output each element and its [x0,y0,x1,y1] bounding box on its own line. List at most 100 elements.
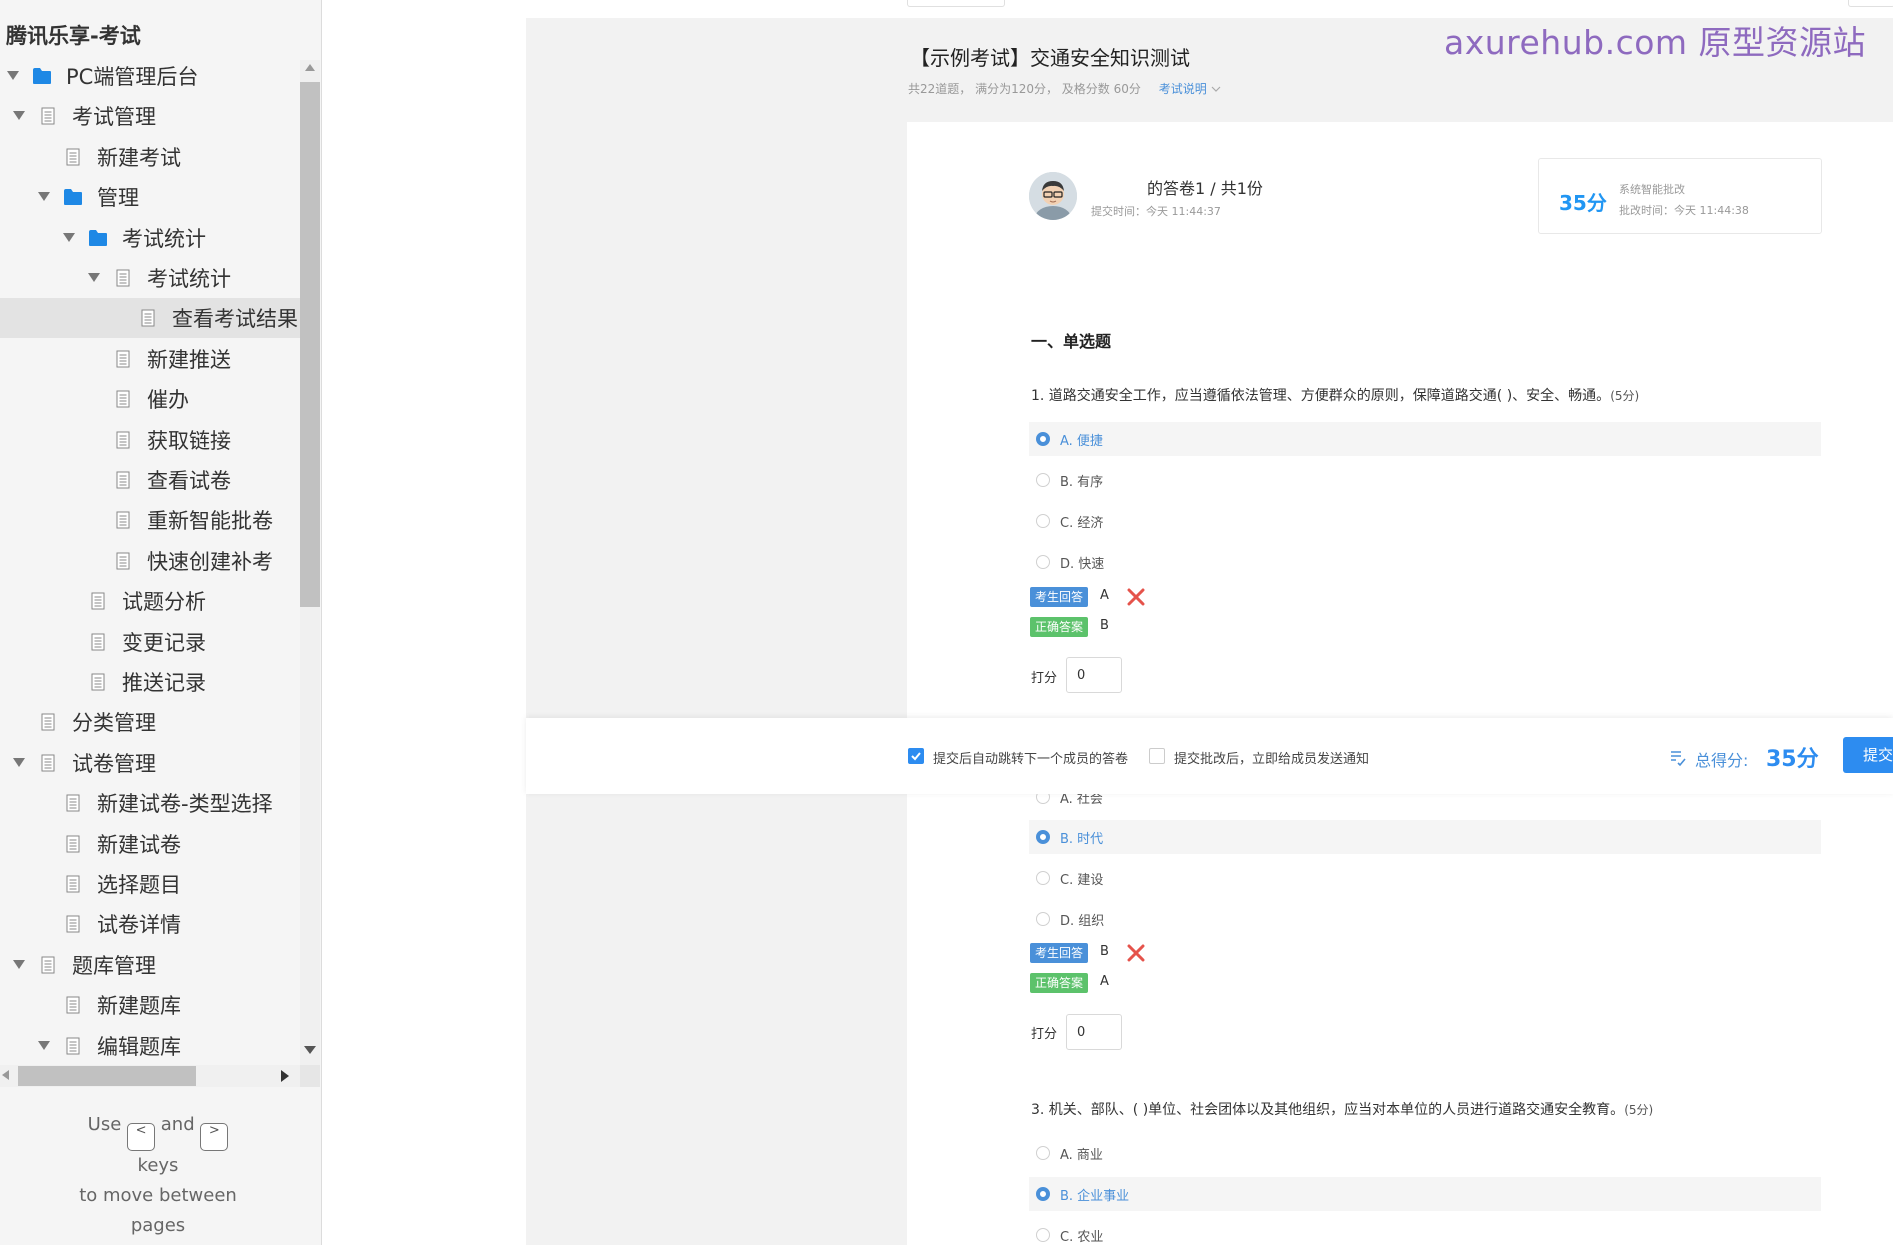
grade-time: 批改时间：今天 11:44:38 [1619,204,1749,217]
top-tab[interactable] [907,0,1005,7]
tree-item-label: 变更记录 [122,630,206,655]
score-input[interactable] [1066,1014,1122,1050]
page-icon [113,430,133,450]
correct-answer-tag: 正确答案 [1030,973,1089,993]
horizontal-scroll-thumb[interactable] [18,1066,196,1086]
radio-icon[interactable] [1036,555,1050,569]
auto-next-label[interactable]: 提交后自动跳转下一个成员的答卷 [933,748,1128,767]
tree-item[interactable]: 试卷管理 [0,743,300,783]
option[interactable]: C. 农业 [1029,1218,1821,1252]
radio-icon[interactable] [1036,1146,1050,1160]
vertical-scrollbar[interactable] [300,60,320,1065]
tree-item[interactable]: 变更记录 [0,622,300,662]
option-label: C. 农业 [1060,1229,1104,1245]
auto-next-checkbox[interactable] [908,748,924,764]
expand-caret-icon[interactable] [87,271,101,285]
radio-selected-icon[interactable] [1036,1187,1050,1201]
page-icon [38,712,58,732]
tree-item-label: 新建考试 [97,145,181,170]
page-icon [38,955,58,975]
wrong-mark-icon [1127,588,1145,606]
vertical-scroll-thumb[interactable] [300,82,320,607]
page-icon [138,308,158,328]
tree-item-label: 考试统计 [122,226,206,251]
tree-item[interactable]: 重新智能批卷 [0,500,300,540]
tree-item[interactable]: 管理 [0,177,300,217]
option[interactable]: A. 商业 [1029,1136,1821,1170]
tree-item[interactable]: 编辑题库 [0,1026,300,1066]
exam-title: 【示例考试】交通安全知识测试 [910,46,1190,70]
total-score-label: 总得分: [1695,751,1749,770]
option[interactable]: C. 建设 [1029,861,1821,895]
page-icon [38,106,58,126]
answer-sheet-title: 的答卷1 / 共1份 [1147,179,1263,198]
radio-selected-icon[interactable] [1036,432,1050,446]
radio-icon[interactable] [1036,1228,1050,1242]
expand-caret-icon[interactable] [37,1039,51,1053]
scroll-right-arrow-icon[interactable] [281,1070,289,1082]
tree-item[interactable]: 获取链接 [0,420,300,460]
option[interactable]: C. 经济 [1029,504,1821,538]
tree-item[interactable]: 快速创建补考 [0,541,300,581]
tree-item[interactable]: 考试管理 [0,96,300,136]
tree-item-label: 编辑题库 [97,1034,181,1059]
help-line3: pages [130,1215,186,1236]
page-icon [113,268,133,288]
tree-item[interactable]: 试题分析 [0,581,300,621]
tree-item-label: 试卷详情 [97,913,181,938]
notify-checkbox[interactable] [1149,748,1165,764]
tree-item[interactable]: 试卷详情 [0,904,300,944]
tree-item[interactable]: 新建题库 [0,985,300,1025]
tree-item-label: 管理 [97,186,139,211]
tree-item[interactable]: 考试统计 [0,258,300,298]
horizontal-scrollbar[interactable] [0,1065,300,1087]
expand-caret-icon[interactable] [37,190,51,204]
radio-icon[interactable] [1036,912,1050,926]
option[interactable]: B. 有序 [1029,463,1821,497]
option[interactable]: A. 便捷 [1029,422,1821,456]
exam-info-link[interactable]: 考试说明 [1159,82,1221,96]
expand-caret-icon[interactable] [6,69,20,83]
tree-item[interactable]: 查看考试结果 [0,298,300,339]
radio-selected-icon[interactable] [1036,830,1050,844]
tree-item-label: 分类管理 [72,711,156,736]
expand-caret-icon[interactable] [12,109,26,123]
submit-button[interactable]: 提交 [1843,737,1893,773]
tree-item-label: 考试统计 [147,267,231,291]
tree-item[interactable]: 新建试卷-类型选择 [0,783,300,823]
tree-item[interactable]: 新建推送 [0,339,300,379]
tree-item[interactable]: 考试统计 [0,218,300,258]
tree-item[interactable]: 分类管理 [0,702,300,742]
radio-icon[interactable] [1036,473,1050,487]
scroll-up-arrow-icon[interactable] [305,64,315,71]
option[interactable]: D. 组织 [1029,902,1821,936]
tree-item[interactable]: 新建考试 [0,137,300,177]
tree-item[interactable]: 查看试卷 [0,460,300,500]
page-icon [88,591,108,611]
expand-caret-icon[interactable] [12,958,26,972]
option[interactable]: B. 时代 [1029,820,1821,854]
radio-icon[interactable] [1036,514,1050,528]
option-label: D. 快速 [1060,556,1105,572]
question-stem: 1. 道路交通安全工作，应当遵循依法管理、方便群众的原则，保障道路交通( )、安… [1031,388,1611,404]
tree-item[interactable]: 催办 [0,379,300,419]
expand-caret-icon[interactable] [62,231,76,245]
tree-item[interactable]: 题库管理 [0,945,300,985]
radio-icon[interactable] [1036,871,1050,885]
tree-item[interactable]: 新建试卷 [0,824,300,864]
scroll-down-arrow-icon[interactable] [304,1046,316,1054]
avatar[interactable] [1029,172,1077,220]
score-input[interactable] [1066,657,1122,693]
scroll-left-arrow-icon[interactable] [2,1070,9,1080]
tree-item[interactable]: 选择题目 [0,864,300,904]
tree-item-label: 推送记录 [122,671,206,695]
option[interactable]: D. 快速 [1029,545,1821,579]
notify-label[interactable]: 提交批改后，立即给成员发送通知 [1174,748,1369,767]
tree-item[interactable]: PC端管理后台 [0,56,300,96]
keyboard-help: Use < and > keys to move between pages [0,1110,316,1241]
expand-caret-icon[interactable] [12,756,26,770]
tree-item-label: 新建试卷 [97,832,181,857]
top-tab[interactable] [1848,0,1893,7]
option[interactable]: B. 企业事业 [1029,1177,1821,1211]
tree-item[interactable]: 推送记录 [0,662,300,702]
